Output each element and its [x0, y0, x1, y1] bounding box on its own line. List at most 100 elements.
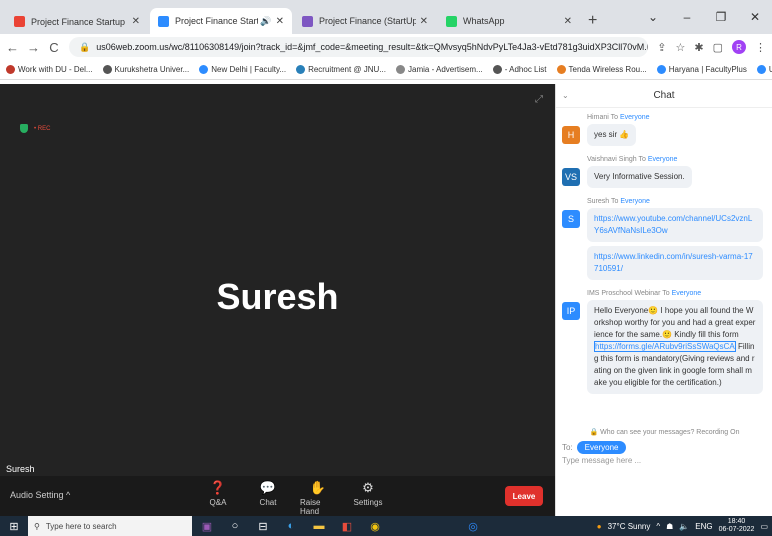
bookmark-item[interactable]: Haryana | FacultyPlus: [656, 65, 747, 74]
bookmark-label: Work with DU - Del...: [18, 65, 93, 74]
bookmark-item[interactable]: Kurukshetra Univer...: [102, 65, 189, 74]
bookmark-favicon-icon: [199, 65, 209, 74]
chat-message-list[interactable]: H Himani To Everyone yes sir 👍 VS Vaishnavi …: [556, 108, 772, 428]
close-tab-icon[interactable]: ✕: [564, 16, 572, 27]
message-sender: Himani: [587, 114, 609, 121]
task-view-icon[interactable]: ○: [228, 520, 242, 533]
message-link[interactable]: https://www.linkedin.com/in/suresh-varma…: [587, 246, 763, 280]
chrome-icon[interactable]: ◉: [368, 520, 382, 533]
menu-icon[interactable]: ⋮: [755, 41, 766, 54]
participant-name-label: Suresh: [6, 464, 35, 474]
bookmark-label: Haryana | FacultyPlus: [668, 65, 747, 74]
bookmark-favicon-icon: [396, 65, 405, 74]
message-recipient: Everyone: [619, 114, 650, 121]
message-sender-line: Suresh To Everyone: [587, 198, 650, 205]
settings-icon: ⚙: [362, 480, 374, 495]
chevron-down-icon[interactable]: ⌄: [562, 91, 569, 100]
clock[interactable]: 18:40 06-07-2022: [719, 518, 755, 534]
chat-title: Chat: [653, 90, 675, 101]
widgets-icon[interactable]: ⊟: [256, 520, 270, 533]
close-window-icon[interactable]: ✕: [738, 10, 772, 24]
window-controls: ⌄ – ❐ ✕: [636, 0, 772, 34]
system-tray: ● 37°C Sunny ^ ☗ 🔈 ENG 18:40 06-07-2022 …: [597, 516, 768, 536]
chat-input[interactable]: Type message here ...: [562, 456, 641, 465]
maximize-icon[interactable]: ❐: [704, 10, 738, 24]
bookmark-favicon-icon: [556, 65, 566, 74]
volume-icon[interactable]: 🔈: [679, 522, 689, 531]
chevron-down-icon[interactable]: ⌄: [636, 10, 670, 24]
message-recipient: Everyone: [647, 156, 678, 163]
browser-tab-strip: Project Finance Startup Model ⓒ✕Project …: [0, 0, 772, 34]
zoom-app-icon[interactable]: ◎: [466, 520, 480, 533]
toolbar-qa-button[interactable]: ❓ Q&A: [200, 480, 236, 516]
back-icon[interactable]: ←: [6, 40, 19, 55]
browser-tab[interactable]: Project Finance Startup Mo🔊 ✕: [150, 8, 292, 34]
audio-setting-button[interactable]: Audio Setting ^: [10, 490, 70, 500]
reload-icon[interactable]: C: [48, 40, 60, 55]
extensions-icon[interactable]: ✱: [694, 41, 703, 54]
toolbar-raise-hand-button[interactable]: ✋ Raise Hand: [300, 480, 336, 516]
sidebar-icon[interactable]: ▢: [713, 41, 723, 54]
toolbar-label: Raise Hand: [300, 498, 321, 516]
new-tab-button[interactable]: +: [588, 8, 597, 34]
toolbar-settings-button[interactable]: ⚙ Settings: [350, 480, 386, 516]
minimize-icon[interactable]: –: [670, 10, 704, 24]
bookmark-item[interactable]: Work with DU - Del...: [6, 65, 93, 74]
message-bubble: Hello Everyone🙂 I hope you all found the…: [587, 300, 763, 394]
close-tab-icon[interactable]: ✕: [132, 16, 140, 27]
leave-button[interactable]: Leave: [505, 486, 543, 506]
to-label: To:: [562, 443, 573, 452]
bookmark-item[interactable]: Recruitment @ JNU...: [296, 65, 386, 74]
edge-icon[interactable]: ◐: [284, 520, 298, 533]
browser-tab[interactable]: WhatsApp ✕: [438, 8, 580, 34]
star-icon[interactable]: ☆: [676, 41, 686, 54]
bookmark-label: New Delhi | Faculty...: [211, 65, 287, 74]
recording-indicator: • REC: [20, 124, 50, 133]
bookmark-favicon-icon: [6, 65, 15, 74]
file-explorer-icon[interactable]: ▬: [312, 520, 326, 533]
speaker-icon[interactable]: 🔊: [260, 16, 271, 27]
message-link[interactable]: https://www.youtube.com/channel/UCs2vznL…: [587, 208, 763, 242]
message-sender: Suresh: [587, 198, 610, 205]
expand-icon[interactable]: ⤢: [535, 94, 543, 105]
browser-tab[interactable]: Project Finance Startup Model ⓒ ✕: [6, 8, 148, 34]
chat-message-body: Himani To Everyone yes sir 👍: [587, 114, 765, 150]
meet-app-icon[interactable]: ▣: [200, 520, 214, 533]
office-icon[interactable]: ◧: [340, 520, 354, 533]
forward-icon[interactable]: →: [27, 40, 40, 55]
bookmark-favicon-icon: [656, 65, 666, 74]
share-icon[interactable]: ⇪: [657, 41, 666, 54]
search-icon: ⚲: [34, 521, 40, 531]
browser-tab[interactable]: Project Finance (StartUp Model) ✕: [294, 8, 436, 34]
recipient-everyone-button[interactable]: Everyone: [576, 441, 627, 454]
message-sender-line: Himani To Everyone: [587, 114, 650, 121]
bookmark-item[interactable]: New Delhi | Faculty...: [199, 65, 286, 74]
windows-start-icon[interactable]: ⊞: [0, 520, 28, 533]
bookmark-item[interactable]: Uttar Pradesh | Fac...: [756, 65, 772, 74]
profile-avatar[interactable]: R: [732, 40, 746, 54]
toolbar-label: Settings: [353, 498, 383, 507]
close-tab-icon[interactable]: ✕: [276, 16, 284, 27]
message-bubble: Very Informative Session.: [587, 166, 692, 188]
taskbar-search[interactable]: ⚲ Type here to search: [28, 516, 192, 536]
bookmark-item[interactable]: - Adhoc List: [492, 65, 547, 74]
notification-icon[interactable]: ▭: [760, 522, 768, 531]
form-link[interactable]: https://forms.gle/ARubv9riSsSWaQsCA: [594, 341, 736, 352]
privacy-note[interactable]: 🔒 Who can see your messages? Recording O…: [556, 428, 772, 436]
weather-text[interactable]: 37°C Sunny: [608, 522, 651, 531]
windows-taskbar: ⊞ ⚲ Type here to search ▣ ○ ⊟ ◐ ▬ ◧ ◉ ◎ …: [0, 516, 772, 536]
network-icon[interactable]: ☗: [666, 522, 673, 531]
language-indicator[interactable]: ENG: [695, 522, 712, 531]
tray-chevron-icon[interactable]: ^: [656, 522, 660, 531]
url-field[interactable]: 🔒 us06web.zoom.us/wc/81106308149/join?tr…: [69, 37, 649, 57]
bookmark-item[interactable]: Jamia - Advertisem...: [396, 65, 483, 74]
clock-date: 06-07-2022: [718, 526, 755, 533]
close-tab-icon[interactable]: ✕: [420, 16, 428, 27]
message-sender-line: Vaishnavi Singh To Everyone: [587, 156, 678, 163]
bookmark-item[interactable]: Tenda Wireless Rou...: [556, 65, 647, 74]
tab-title: Project Finance Startup Model ⓒ: [31, 16, 128, 27]
chat-message-body: Suresh To Everyone https://www.youtube.co…: [587, 198, 765, 284]
avatar: S: [562, 210, 580, 228]
toolbar-chat-button[interactable]: 💬 Chat: [250, 480, 286, 516]
chat-message-body: Vaishnavi Singh To Everyone Very Informat…: [587, 156, 765, 192]
